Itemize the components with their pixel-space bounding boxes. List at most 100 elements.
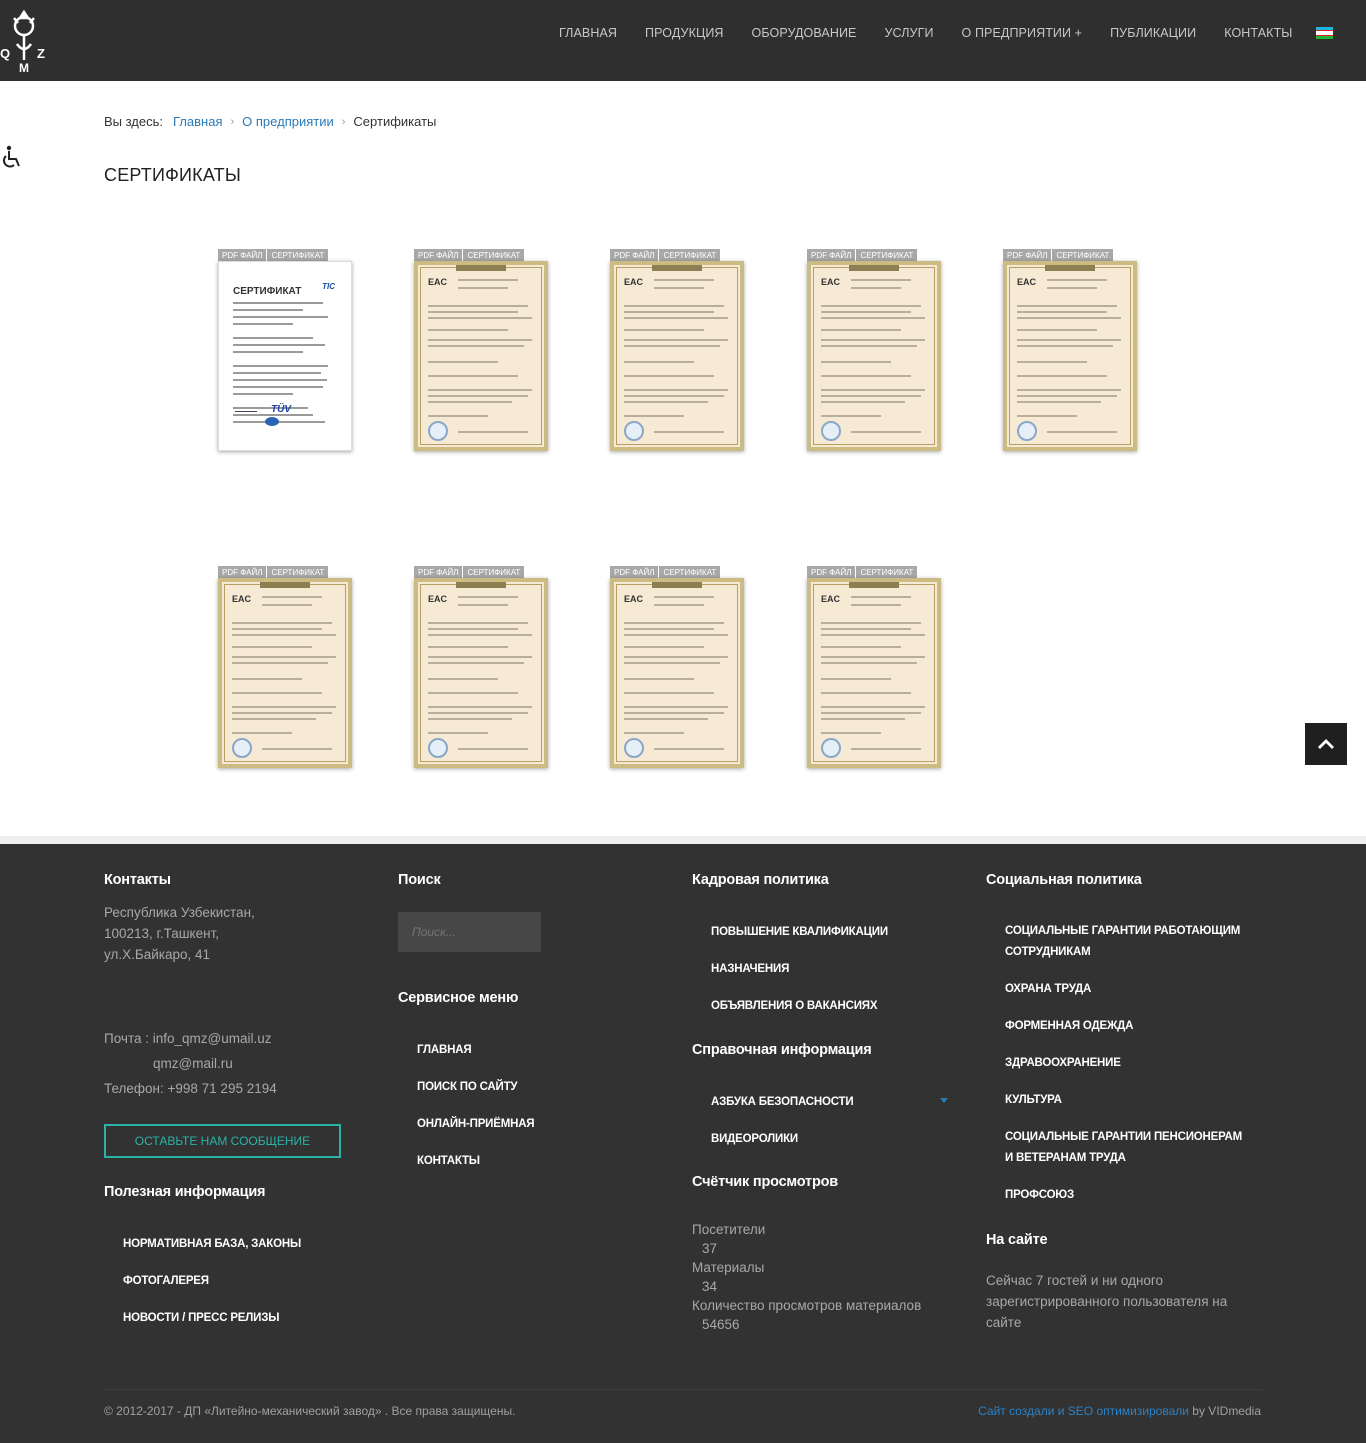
reference-heading: Справочная информация [692, 1042, 872, 1058]
service-item-online[interactable]: ОНЛАЙН-ПРИЁМНАЯ [398, 1106, 535, 1143]
nav-products[interactable]: ПРОДУКЦИЯ [645, 26, 723, 40]
text-line [1017, 329, 1097, 331]
certificate-thumbnail[interactable]: EAC [1003, 261, 1137, 451]
visitors-value: 37 [702, 1241, 718, 1256]
company-logo[interactable]: Q Z M [0, 8, 50, 75]
text-line [624, 305, 724, 307]
text-line [233, 344, 325, 346]
social-item[interactable]: СОЦИАЛЬНЫЕ ГАРАНТИИ РАБОТАЮЩИМ СОТРУДНИК… [986, 921, 1246, 963]
certificate-card[interactable]: PDF ФАЙЛ СЕРТИФИКАТ EAC [1003, 249, 1139, 459]
text-line [232, 634, 336, 636]
text-line [624, 361, 694, 363]
text-line [233, 421, 325, 423]
text-line [428, 646, 508, 648]
accessibility-icon[interactable] [0, 145, 24, 171]
text-line [262, 748, 332, 750]
text-line [232, 662, 328, 664]
certificate-thumbnail[interactable]: EAC [414, 261, 548, 451]
certificate-thumbnail[interactable]: EAC [807, 578, 941, 768]
text-line [851, 604, 901, 606]
visitors-label: Посетители [692, 1222, 766, 1237]
seal-icon [821, 738, 841, 758]
reference-item[interactable]: ВИДЕОРОЛИКИ [692, 1121, 871, 1158]
nav-about[interactable]: О ПРЕДПРИЯТИИ + [962, 26, 1083, 40]
text-line [1017, 395, 1117, 397]
text-line [624, 317, 728, 319]
breadcrumb-about[interactable]: О предприятии [242, 114, 334, 129]
nav-services[interactable]: УСЛУГИ [884, 26, 933, 40]
leave-message-button[interactable]: ОСТАВЬТЕ НАМ СООБЩЕНИЕ [104, 1124, 341, 1158]
footer-reference: Справочная информация АЗБУКА БЕЗОПАСНОСТ… [692, 1042, 872, 1158]
useful-item[interactable]: НОРМАТИВНАЯ БАЗА, ЗАКОНЫ [104, 1226, 301, 1263]
certificate-thumbnail[interactable]: EAC [807, 261, 941, 451]
tuv-logo: TÜV [271, 404, 291, 415]
nav-equipment[interactable]: ОБОРУДОВАНИЕ [752, 26, 857, 40]
service-item-search[interactable]: ПОИСК ПО САЙТУ [398, 1069, 534, 1106]
uzbekistan-flag-icon[interactable] [1316, 27, 1334, 39]
text-line [233, 323, 293, 325]
service-heading: Сервисное меню [398, 990, 519, 1006]
text-line [624, 311, 714, 313]
social-item[interactable]: ФОРМЕННАЯ ОДЕЖДА [986, 1016, 1246, 1037]
text-line [233, 393, 293, 395]
text-line [233, 365, 328, 367]
certificate-card[interactable]: PDF ФАЙЛ СЕРТИФИКАТ EAC [610, 249, 746, 459]
text-line [428, 656, 532, 658]
text-line [428, 712, 528, 714]
text-line [232, 732, 292, 734]
certificate-thumbnail[interactable]: EAC [414, 578, 548, 768]
certificate-thumbnail[interactable]: EAC [218, 578, 352, 768]
breadcrumb-home[interactable]: Главная [173, 114, 222, 129]
service-item-home[interactable]: ГЛАВНАЯ [398, 1032, 534, 1069]
certificate-card[interactable]: PDF ФАЙЛ СЕРТИФИКАТ EAC [218, 566, 354, 776]
text-line [428, 706, 532, 708]
hr-item[interactable]: ПОВЫШЕНИЕ КВАЛИФИКАЦИИ [692, 914, 888, 951]
service-item-contacts[interactable]: КОНТАКТЫ [398, 1143, 534, 1180]
nav-contacts[interactable]: КОНТАКТЫ [1224, 26, 1292, 40]
useful-menu: НОРМАТИВНАЯ БАЗА, ЗАКОНЫ ФОТОГАЛЕРЕЯ НОВ… [104, 1226, 301, 1337]
text-line [821, 345, 917, 347]
social-item[interactable]: ПРОФСОЮЗ [986, 1185, 1246, 1206]
contacts-email[interactable]: Почта : info_qmz@umail.uz [104, 1026, 277, 1051]
reference-item[interactable]: АЗБУКА БЕЗОПАСНОСТИ [692, 1084, 871, 1121]
text-line [428, 311, 518, 313]
social-item[interactable]: ЗДРАВООХРАНЕНИЕ [986, 1053, 1246, 1074]
social-item[interactable]: КУЛЬТУРА [986, 1090, 1246, 1111]
useful-item[interactable]: ФОТОГАЛЕРЕЯ [104, 1263, 301, 1300]
chevron-down-icon[interactable] [940, 1098, 948, 1103]
certificate-card[interactable]: PDF ФАЙЛ СЕРТИФИКАТ EAC [414, 249, 550, 459]
reference-menu: АЗБУКА БЕЗОПАСНОСТИ ВИДЕОРОЛИКИ [692, 1084, 871, 1158]
footer-search-input[interactable] [398, 912, 541, 952]
certificate-card[interactable]: PDF ФАЙЛ СЕРТИФИКАТ EAC [414, 566, 550, 776]
footer-counter: Счётчик просмотров Посетители 37 Материа… [692, 1174, 921, 1334]
footer-divider [0, 836, 1366, 844]
certificate-card[interactable]: PDF ФАЙЛ СЕРТИФИКАТ EAC [807, 566, 943, 776]
useful-heading: Полезная информация [104, 1184, 266, 1200]
text-line [624, 678, 694, 680]
nav-home[interactable]: ГЛАВНАЯ [559, 26, 617, 40]
contacts-email-second[interactable]: qmz@mail.ru [104, 1051, 277, 1076]
hr-item[interactable]: НАЗНАЧЕНИЯ [692, 951, 888, 988]
text-line [1017, 361, 1087, 363]
breadcrumb-separator: › [341, 115, 346, 128]
social-item[interactable]: ОХРАНА ТРУДА [986, 979, 1246, 1000]
text-line [624, 628, 714, 630]
text-line [624, 634, 728, 636]
certificate-thumbnail[interactable]: EAC [610, 261, 744, 451]
developer-link[interactable]: Сайт создали и SEO оптимизировали [978, 1404, 1189, 1418]
site-footer: Контакты Республика Узбекистан, 100213, … [0, 844, 1366, 1443]
developer-by: by VIDmedia [1188, 1404, 1261, 1418]
certificate-card[interactable]: PDF ФАЙЛ СЕРТИФИКАТ СЕРТИФИКАТ TIC TÜV [218, 249, 354, 459]
text-line [428, 401, 512, 403]
text-line [428, 389, 532, 391]
certificate-thumbnail[interactable]: EAC [610, 578, 744, 768]
useful-item[interactable]: НОВОСТИ / ПРЕСС РЕЛИЗЫ [104, 1300, 301, 1337]
certificate-card[interactable]: PDF ФАЙЛ СЕРТИФИКАТ EAC [807, 249, 943, 459]
certificate-thumbnail[interactable]: СЕРТИФИКАТ TIC TÜV [218, 261, 352, 451]
certificate-card[interactable]: PDF ФАЙЛ СЕРТИФИКАТ EAC [610, 566, 746, 776]
copyright-text: © 2012-2017 - ДП «Литейно-механический з… [104, 1404, 516, 1418]
scroll-to-top-button[interactable] [1305, 723, 1347, 765]
nav-publications[interactable]: ПУБЛИКАЦИИ [1110, 26, 1196, 40]
social-item[interactable]: СОЦИАЛЬНЫЕ ГАРАНТИИ ПЕНСИОНЕРАМ И ВЕТЕРА… [986, 1127, 1246, 1169]
hr-item[interactable]: ОБЪЯВЛЕНИЯ О ВАКАНСИЯХ [692, 988, 888, 1025]
